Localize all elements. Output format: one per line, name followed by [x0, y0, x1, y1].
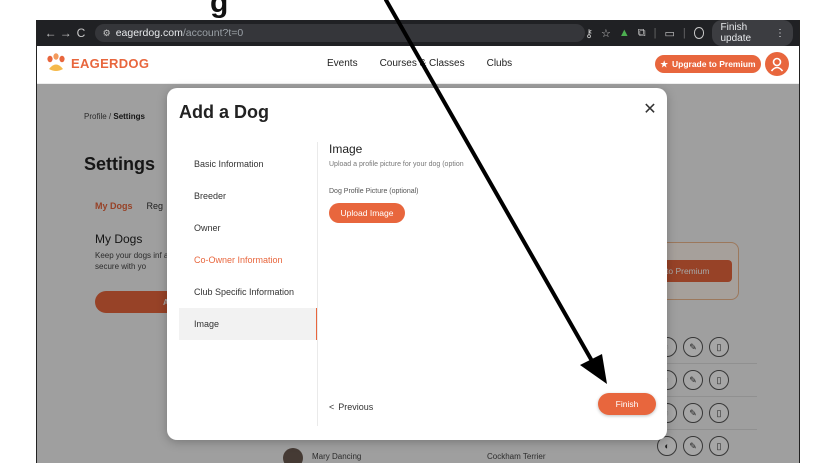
finish-update-label: Finish update	[720, 22, 752, 44]
back-icon[interactable]: ←	[43, 26, 58, 40]
forward-icon[interactable]: →	[58, 26, 73, 40]
reload-icon[interactable]: C	[73, 26, 88, 40]
profile-icon[interactable]	[693, 27, 705, 39]
upload-image-button[interactable]: Upload Image	[329, 203, 405, 223]
url-host: eagerdog.com	[115, 27, 183, 39]
user-avatar[interactable]	[765, 52, 789, 76]
nav-events[interactable]: Events	[327, 58, 358, 69]
add-dog-modal: Add a Dog ✕ Basic Information Breeder Ow…	[167, 88, 667, 440]
step-co-owner-information[interactable]: Co-Owner Information	[179, 244, 318, 276]
finish-button[interactable]: Finish	[598, 393, 656, 415]
more-menu-icon[interactable]: ⋮	[775, 28, 785, 39]
step-breeder[interactable]: Breeder	[179, 180, 318, 212]
step-club-specific-information[interactable]: Club Specific Information	[179, 276, 318, 308]
screenshot-frame: g ← → C ⚙ eagerdog.com/account?t=0 ⚷ ☆ ▲…	[0, 0, 825, 463]
bookmark-star-icon[interactable]: ☆	[601, 27, 611, 40]
paw-logo-icon	[45, 52, 67, 74]
tab-search-icon[interactable]: ▭	[665, 27, 675, 40]
extensions-puzzle-icon[interactable]: ⧉	[638, 27, 646, 40]
upgrade-premium-label: Upgrade to Premium	[672, 59, 756, 69]
extension-drive-icon[interactable]: ▲	[619, 27, 630, 39]
step-divider	[317, 142, 318, 426]
close-icon[interactable]: ✕	[641, 100, 659, 118]
toolbar-right: ⚷ ☆ ▲ ⧉ | ▭ | Finish update ⋮	[585, 20, 793, 46]
url-path: /account?t=0	[182, 27, 244, 39]
key-icon[interactable]: ⚷	[585, 27, 593, 40]
modal-title: Add a Dog	[179, 102, 269, 122]
previous-label: Previous	[338, 402, 374, 412]
logo-text: EAGERDOG	[71, 55, 150, 71]
panel-title: Image	[329, 142, 363, 156]
nav-courses-classes[interactable]: Courses & Classes	[380, 58, 465, 69]
browser-window: ← → C ⚙ eagerdog.com/account?t=0 ⚷ ☆ ▲ ⧉…	[36, 20, 800, 463]
image-panel: Image Upload a profile picture for your …	[329, 142, 649, 223]
finish-update-button[interactable]: Finish update ⋮	[712, 20, 793, 46]
user-icon	[770, 57, 784, 72]
caption-fragment: g	[210, 0, 229, 19]
top-nav: Events Courses & Classes Clubs	[327, 58, 512, 69]
chevron-left-icon: <	[329, 402, 335, 412]
step-basic-information[interactable]: Basic Information	[179, 148, 318, 180]
address-bar[interactable]: ⚙ eagerdog.com/account?t=0	[94, 24, 585, 42]
profile-picture-label: Dog Profile Picture (optional)	[329, 188, 419, 195]
upgrade-premium-button[interactable]: ★ Upgrade to Premium	[655, 55, 761, 73]
toolbar-divider-2: |	[682, 27, 686, 39]
nav-clubs[interactable]: Clubs	[487, 58, 513, 69]
eagerdog-logo[interactable]: EAGERDOG	[45, 52, 149, 74]
panel-subtitle: Upload a profile picture for your dog (o…	[329, 161, 464, 168]
toolbar-divider: |	[653, 27, 657, 39]
star-icon: ★	[660, 58, 668, 69]
browser-toolbar: ← → C ⚙ eagerdog.com/account?t=0 ⚷ ☆ ▲ ⧉…	[37, 20, 799, 46]
previous-button[interactable]: < Previous	[329, 402, 373, 412]
step-list: Basic Information Breeder Owner Co-Owner…	[179, 148, 318, 340]
step-owner[interactable]: Owner	[179, 212, 318, 244]
step-image[interactable]: Image	[179, 308, 318, 340]
site-info-icon[interactable]: ⚙	[103, 28, 111, 39]
site-header: EAGERDOG Events Courses & Classes Clubs …	[37, 46, 799, 84]
